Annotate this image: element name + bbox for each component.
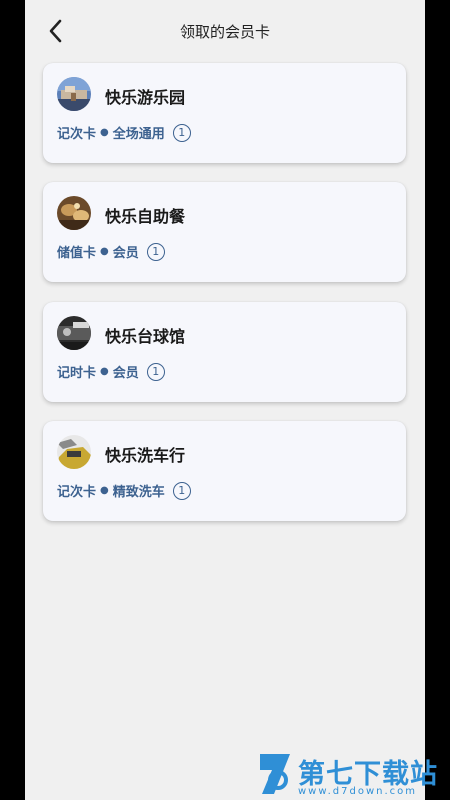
card-avatar bbox=[57, 77, 91, 111]
card-meta: 记次卡 ● 精致洗车 1 bbox=[57, 481, 191, 500]
card-count-badge: 1 bbox=[146, 242, 165, 261]
card-count-badge: 1 bbox=[146, 362, 165, 381]
card-count-badge: 1 bbox=[172, 123, 191, 142]
card-name: 快乐自助餐 bbox=[105, 207, 186, 226]
card-meta: 记次卡 ● 全场通用 1 bbox=[57, 123, 191, 142]
separator-dot: ● bbox=[100, 366, 109, 377]
top-bar: 领取的会员卡 bbox=[25, 0, 425, 62]
card-name: 快乐游乐园 bbox=[105, 88, 186, 107]
card-scope: 会员 bbox=[112, 366, 139, 381]
card-meta: 储值卡 ● 会员 1 bbox=[57, 242, 165, 261]
card-avatar bbox=[57, 316, 91, 350]
card-type: 记次卡 bbox=[57, 127, 97, 142]
watermark: 第七下载站 www.d7down.com bbox=[258, 752, 450, 800]
watermark-logo-icon bbox=[260, 754, 290, 794]
membership-card[interactable]: 快乐游乐园 记次卡 ● 全场通用 1 bbox=[43, 63, 406, 163]
separator-dot: ● bbox=[100, 127, 109, 138]
card-scope: 会员 bbox=[112, 246, 139, 261]
card-avatar bbox=[57, 435, 91, 469]
card-scope: 精致洗车 bbox=[112, 485, 165, 500]
card-type: 记次卡 bbox=[57, 485, 97, 500]
card-type: 记时卡 bbox=[57, 366, 97, 381]
screen: 领取的会员卡 快乐游乐园 记次卡 ● 全场通用 1 快乐自助餐 储值卡 ● 会员… bbox=[25, 0, 425, 800]
separator-dot: ● bbox=[100, 485, 109, 496]
page-title: 领取的会员卡 bbox=[179, 23, 270, 41]
card-meta: 记时卡 ● 会员 1 bbox=[57, 362, 165, 381]
membership-card[interactable]: 快乐自助餐 储值卡 ● 会员 1 bbox=[43, 182, 406, 282]
watermark-url: www.d7down.com bbox=[298, 786, 418, 797]
card-type: 储值卡 bbox=[57, 246, 97, 261]
card-scope: 全场通用 bbox=[112, 127, 165, 142]
membership-card[interactable]: 快乐台球馆 记时卡 ● 会员 1 bbox=[43, 302, 406, 402]
card-avatar bbox=[57, 196, 91, 230]
membership-card[interactable]: 快乐洗车行 记次卡 ● 精致洗车 1 bbox=[43, 421, 406, 521]
card-name: 快乐洗车行 bbox=[105, 446, 186, 465]
card-name: 快乐台球馆 bbox=[105, 327, 186, 346]
separator-dot: ● bbox=[100, 246, 109, 257]
card-count-badge: 1 bbox=[172, 481, 191, 500]
